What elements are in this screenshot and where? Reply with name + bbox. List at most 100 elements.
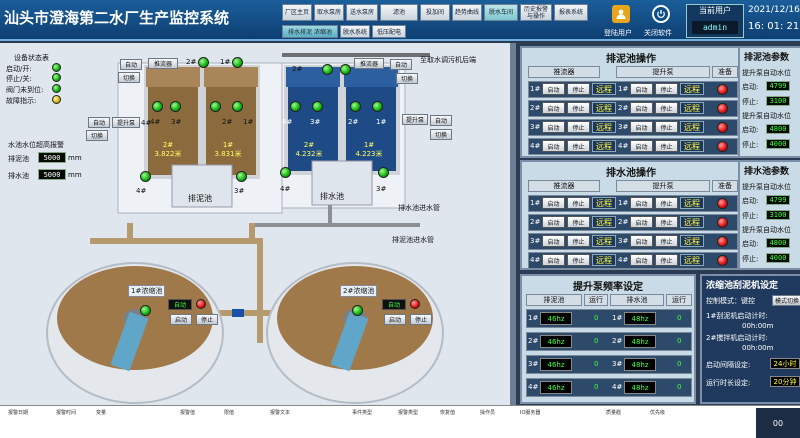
drain_ops-pusher-start-button[interactable]: 启动 [542,216,565,228]
drain-params-row2-value[interactable]: 4800 [766,238,790,248]
mud-params-row1-value[interactable]: 3100 [766,96,790,106]
mud-params-row2-label: 启动: [742,126,759,134]
mud_ops-lift-start-button[interactable]: 启动 [630,102,653,114]
drain_ops-pusher-start-button[interactable]: 启动 [542,254,565,266]
drain-params-row0-value[interactable]: 4799 [766,195,790,205]
drain_ops-lift-start-button[interactable]: 启动 [630,254,653,266]
mud-params-row2-value[interactable]: 4800 [766,124,790,134]
freq-col-run-2: 运行 [666,294,692,306]
mud_ops-lift-stop-button[interactable]: 停止 [655,83,678,95]
login-user-icon[interactable] [612,5,630,23]
freq-mud-hz-input[interactable]: 46hz [540,358,572,371]
drain_ops-lift-stop-button[interactable]: 停止 [655,197,678,209]
mud_ops-lift-start-button[interactable]: 启动 [630,83,653,95]
mud_ops-lift-start-button[interactable]: 启动 [630,121,653,133]
thickener-2-stop-button[interactable]: 停止 [410,314,432,325]
power-icon[interactable] [652,5,670,23]
mud_ops-pusher-stop-button[interactable]: 停止 [567,140,590,152]
thickener-2-fault-dot [410,299,420,309]
drain_ops-pusher-start-button[interactable]: 启动 [542,235,565,247]
alarm-col-quality: 质量戳 [606,410,622,416]
nav-history-alarm[interactable]: 历史报警 与操作 [520,4,552,21]
freq-mud-id: 4# [528,383,539,391]
drain-params-row3-value[interactable]: 4000 [766,253,790,263]
freq-panel: 提升泵频率设定 排泥池 运行 排水池 运行 1# 46hz 0 1# 48hz 0 2# 46… [520,274,696,404]
mud-switch-button[interactable]: 切换 [118,72,140,83]
mud-left-auto-button[interactable]: 自动 [88,117,110,128]
mud_ops-pusher-start-button[interactable]: 启动 [542,140,565,152]
mud_ops-pusher-start-button[interactable]: 启动 [542,121,565,133]
thickener-2-start-button[interactable]: 启动 [384,314,406,325]
freq-mud-hz-input[interactable]: 46hz [540,335,572,348]
freq-drain-hz-input[interactable]: 48hz [624,312,656,325]
mud-left-switch-button[interactable]: 切换 [86,130,108,141]
nav-supply-pump[interactable]: 送水泵房 [346,4,378,21]
run-duration-input[interactable]: 20分钟 [770,376,800,387]
nav-dewater[interactable]: 脱水车间 [484,4,518,21]
timer-1-label: 1#刮泥机启动计时: [706,312,768,320]
panel-divider [510,43,516,405]
subnav-drain-mud[interactable]: 排水排泥 浓缩池 [282,25,338,38]
drain-aerator-dot-4 [372,101,383,112]
drain_ops-pusher-stop-button[interactable]: 停止 [567,254,590,266]
interval-input[interactable]: 24小时 [770,358,800,369]
mud-auto-button[interactable]: 自动 [120,59,142,70]
mud_ops-pusher-start-button[interactable]: 启动 [542,102,565,114]
mud_ops-lift-stop-button[interactable]: 停止 [655,121,678,133]
drain-right-auto-button[interactable]: 自动 [430,115,452,126]
login-user-label[interactable]: 登陆用户 [604,28,632,38]
mud_ops-row-id: 4# [530,142,541,150]
freq-drain-hz-input[interactable]: 48hz [624,335,656,348]
nav-intake-pump[interactable]: 取水泵房 [314,4,344,21]
freq-drain-run: 0 [677,383,682,391]
subnav-low-voltage[interactable]: 低压配电 [372,25,406,38]
drain_ops-lift-start-button[interactable]: 启动 [630,235,653,247]
drain-tank-2-level: 2# 4.232米 [295,141,323,158]
drain-params-row1-value[interactable]: 3100 [766,210,790,220]
drain_ops-pusher-stop-button[interactable]: 停止 [567,235,590,247]
drain_ops-pusher-start-button[interactable]: 启动 [542,197,565,209]
mud-params-row3-value[interactable]: 4000 [766,139,790,149]
freq-drain-hz-input[interactable]: 48hz [624,358,656,371]
nav-plant-home[interactable]: 厂区主页 [282,4,312,21]
nav-dosing[interactable]: 投加间 [420,4,450,21]
mud_ops-lift-stop-button[interactable]: 停止 [655,102,678,114]
thickener-1-stop-button[interactable]: 停止 [196,314,218,325]
mode-switch-button[interactable]: 模式切换 [772,295,800,306]
drain-switch-button[interactable]: 切换 [396,73,418,84]
drain_ops-lift-id: 2# [618,218,629,226]
drain_ops-lift-id: 4# [618,256,629,264]
freq-mud-hz-input[interactable]: 46hz [540,381,572,394]
drain_ops-lift-start-button[interactable]: 启动 [630,216,653,228]
drain_ops-lift-stop-button[interactable]: 停止 [655,254,678,266]
freq-mud-hz-input[interactable]: 46hz [540,312,572,325]
mud-params-row0-value[interactable]: 4799 [766,81,790,91]
drain_ops-pusher-stop-button[interactable]: 停止 [567,216,590,228]
app-title: 汕头市澄海第二水厂生产监控系统 [4,9,230,27]
drain_ops-ready-dot [717,255,728,266]
nav-report[interactable]: 报表系统 [554,4,588,21]
drain-right-switch-button[interactable]: 切换 [430,129,452,140]
freq-col-run-1: 运行 [584,294,608,306]
drain_ops-pusher-stop-button[interactable]: 停止 [567,197,590,209]
mud-pusher-label: 推流器 [148,58,178,69]
mud_ops-pusher-stop-button[interactable]: 停止 [567,121,590,133]
drain_ops-lift-stop-button[interactable]: 停止 [655,235,678,247]
mud_ops-lift-stop-button[interactable]: 停止 [655,140,678,152]
alarm-table[interactable]: 报警日期 报警时间 变量 报警值 限值 报警文本 事件类型 报警类型 恢复值 操… [0,405,800,438]
mud-bottom-3-label: 3# [234,187,245,195]
subnav-dewater-system[interactable]: 脱水系统 [340,25,370,38]
drain_ops-lift-start-button[interactable]: 启动 [630,197,653,209]
mud_ops-pusher-stop-button[interactable]: 停止 [567,83,590,95]
nav-filter[interactable]: 滤池 [380,4,418,21]
drain-auto-button[interactable]: 自动 [390,59,412,70]
nav-trend[interactable]: 趋势曲线 [452,4,482,21]
thickener-1-start-button[interactable]: 启动 [170,314,192,325]
mud_ops-pusher-stop-button[interactable]: 停止 [567,102,590,114]
drain_ops-lift-stop-button[interactable]: 停止 [655,216,678,228]
mud_ops-lift-start-button[interactable]: 启动 [630,140,653,152]
drain-pool-label: 排水池 [320,192,344,201]
close-software-label[interactable]: 关闭软件 [644,28,672,38]
freq-drain-hz-input[interactable]: 48hz [624,381,656,394]
mud_ops-pusher-start-button[interactable]: 启动 [542,83,565,95]
